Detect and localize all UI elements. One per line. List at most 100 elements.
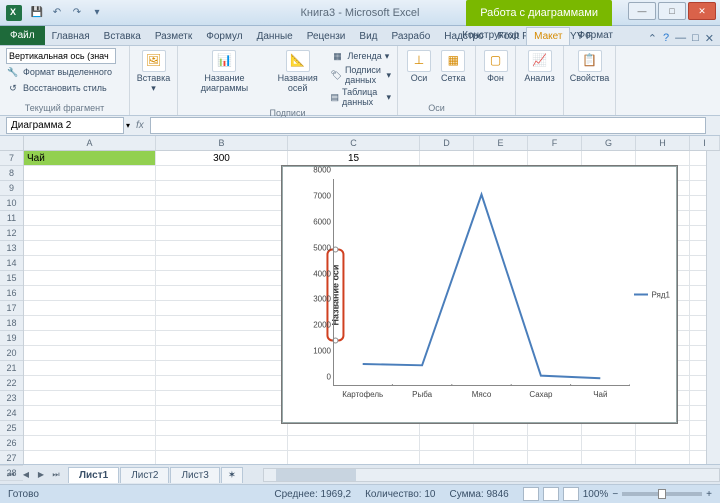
chart-element-selector[interactable]	[6, 48, 116, 64]
cell[interactable]	[24, 316, 156, 331]
cell[interactable]	[156, 166, 288, 181]
row-header[interactable]: 22	[0, 376, 23, 391]
cell[interactable]	[24, 301, 156, 316]
tab-chart-layout[interactable]: Макет	[526, 27, 570, 45]
row-header[interactable]: 17	[0, 301, 23, 316]
row-header[interactable]: 23	[0, 391, 23, 406]
cell[interactable]	[24, 181, 156, 196]
tab-data[interactable]: Данные	[250, 28, 300, 45]
cell[interactable]	[474, 451, 528, 464]
cell[interactable]	[156, 286, 288, 301]
minimize-button[interactable]: —	[628, 2, 656, 20]
row-header[interactable]: 7	[0, 151, 23, 166]
tab-file[interactable]: Файл	[0, 26, 45, 45]
tab-home[interactable]: Главная	[45, 28, 97, 45]
close-button[interactable]: ✕	[688, 2, 716, 20]
cell[interactable]	[156, 316, 288, 331]
redo-icon[interactable]: ↷	[68, 4, 86, 22]
zoom-in-button[interactable]: +	[706, 489, 712, 500]
cell[interactable]	[528, 451, 582, 464]
cell[interactable]	[156, 346, 288, 361]
cell[interactable]	[156, 421, 288, 436]
view-page-layout-button[interactable]	[543, 487, 559, 501]
cell[interactable]: 15	[288, 151, 420, 166]
row-header[interactable]: 12	[0, 226, 23, 241]
cell[interactable]	[636, 151, 690, 166]
insert-shapes-button[interactable]: 🖼Вставка▾	[136, 48, 171, 96]
tab-page-layout[interactable]: Разметк	[148, 28, 199, 45]
cell[interactable]	[156, 361, 288, 376]
cell[interactable]	[24, 166, 156, 181]
zoom-out-button[interactable]: −	[612, 489, 618, 500]
column-header[interactable]: C	[288, 136, 420, 150]
cell[interactable]	[24, 421, 156, 436]
sheet-tab-3[interactable]: Лист3	[170, 467, 219, 483]
row-header[interactable]: 8	[0, 166, 23, 181]
cell[interactable]	[288, 421, 420, 436]
cell[interactable]	[156, 376, 288, 391]
row-header[interactable]: 11	[0, 211, 23, 226]
cell[interactable]	[636, 436, 690, 451]
plot-area[interactable]	[333, 179, 630, 386]
workbook-restore-icon[interactable]: □	[692, 32, 699, 45]
cell[interactable]: 300	[156, 151, 288, 166]
chart-legend[interactable]: Ряд1	[634, 290, 670, 299]
row-header[interactable]: 10	[0, 196, 23, 211]
analysis-button[interactable]: 📈Анализ	[522, 48, 557, 86]
cell[interactable]	[24, 196, 156, 211]
cell[interactable]	[24, 406, 156, 421]
cell[interactable]	[24, 286, 156, 301]
cell[interactable]	[24, 376, 156, 391]
cell[interactable]	[528, 436, 582, 451]
maximize-button[interactable]: □	[658, 2, 686, 20]
cell[interactable]	[582, 151, 636, 166]
row-header[interactable]: 24	[0, 406, 23, 421]
cell[interactable]	[24, 271, 156, 286]
column-header[interactable]: F	[528, 136, 582, 150]
tab-insert[interactable]: Вставка	[97, 28, 148, 45]
row-header[interactable]: 14	[0, 256, 23, 271]
undo-icon[interactable]: ↶	[48, 4, 66, 22]
workbook-close-icon[interactable]: ✕	[705, 32, 714, 45]
cell[interactable]	[474, 421, 528, 436]
cell[interactable]	[24, 361, 156, 376]
workbook-minimize-icon[interactable]: —	[675, 32, 686, 45]
column-header[interactable]: I	[690, 136, 720, 150]
cell[interactable]	[288, 451, 420, 464]
cell[interactable]	[24, 226, 156, 241]
row-header[interactable]: 26	[0, 436, 23, 451]
tab-review[interactable]: Рецензи	[300, 28, 353, 45]
row-header[interactable]: 15	[0, 271, 23, 286]
cell[interactable]	[156, 331, 288, 346]
view-normal-button[interactable]	[523, 487, 539, 501]
cell[interactable]	[582, 421, 636, 436]
cell[interactable]	[420, 421, 474, 436]
plot-background-button[interactable]: ▢Фон	[482, 48, 509, 86]
new-sheet-button[interactable]: ✶	[221, 467, 243, 483]
cell[interactable]	[420, 451, 474, 464]
cell[interactable]	[156, 256, 288, 271]
row-header[interactable]: 20	[0, 346, 23, 361]
zoom-slider[interactable]	[622, 492, 702, 496]
column-header[interactable]: D	[420, 136, 474, 150]
cell[interactable]	[24, 256, 156, 271]
cell[interactable]	[420, 436, 474, 451]
cell[interactable]	[156, 241, 288, 256]
embedded-chart[interactable]: Название оси 010002000300040005000600070…	[282, 166, 677, 423]
view-page-break-button[interactable]	[563, 487, 579, 501]
row-header[interactable]: 16	[0, 286, 23, 301]
cell[interactable]	[24, 451, 156, 464]
reset-style-button[interactable]: ↺Восстановить стиль	[6, 80, 123, 96]
cell[interactable]	[156, 226, 288, 241]
row-header[interactable]: 19	[0, 331, 23, 346]
sheet-tab-2[interactable]: Лист2	[120, 467, 169, 483]
column-header[interactable]: E	[474, 136, 528, 150]
axis-titles-button[interactable]: 📐Названия осей	[269, 48, 327, 108]
row-header[interactable]: 27	[0, 451, 23, 466]
row-header[interactable]: 18	[0, 316, 23, 331]
row-header[interactable]: 13	[0, 241, 23, 256]
tab-view[interactable]: Вид	[352, 28, 384, 45]
cell[interactable]	[24, 391, 156, 406]
cell[interactable]	[156, 301, 288, 316]
cell[interactable]	[582, 436, 636, 451]
